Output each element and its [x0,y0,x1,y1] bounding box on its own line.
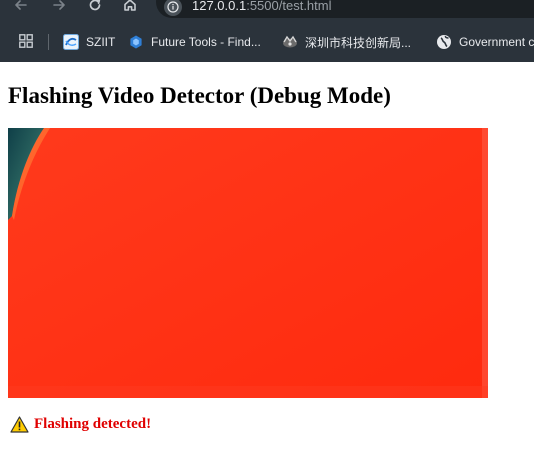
browser-chrome: 127.0.0.1:5500/test.html SZIIT Future To… [0,0,534,62]
bookmark-future-tools[interactable]: Future Tools - Find... [128,32,261,52]
address-bar[interactable]: 127.0.0.1:5500/test.html [156,0,534,18]
reload-button[interactable] [84,0,106,16]
bookmark-label: 深圳市科技创新局... [305,35,412,50]
arrow-left-icon [15,0,27,10]
bookmark-sziit[interactable]: SZIIT [63,32,115,52]
apps-grid-icon[interactable] [19,34,33,48]
bookmarks-bar: SZIIT Future Tools - Find... 深圳市科技创新局... [0,28,534,56]
bookmark-label: SZIIT [86,35,116,49]
bookmarks-separator [48,34,49,50]
detection-status: Flashing detected! [10,416,151,433]
page-title: Flashing Video Detector (Debug Mode) [8,83,391,108]
video-player[interactable] [8,128,488,398]
sziit-favicon [63,34,79,50]
arrow-right-icon [53,0,65,10]
future-tools-favicon [128,34,144,50]
status-message: Flashing detected! [34,416,152,432]
info-icon [167,1,179,13]
warning-icon [10,416,29,433]
back-button[interactable] [10,0,32,16]
url-path: :5500/test.html [246,0,332,13]
home-button[interactable] [119,0,141,16]
shenzhen-favicon [282,34,298,50]
reload-icon [89,0,101,11]
globe-icon [436,34,452,50]
url-host: 127.0.0.1 [192,0,247,13]
bookmark-shenzhen[interactable]: 深圳市科技创新局... [282,32,411,52]
bookmark-government[interactable]: Government cl [436,32,534,52]
bookmark-label: Government cl [459,35,534,49]
bookmark-label: Future Tools - Find... [151,35,261,49]
video-frame [8,128,488,398]
site-info-button[interactable] [164,0,182,16]
home-icon [124,0,136,11]
browser-toolbar: 127.0.0.1:5500/test.html [0,0,534,22]
forward-button[interactable] [48,0,70,16]
url-text[interactable]: 127.0.0.1:5500/test.html [192,0,332,14]
